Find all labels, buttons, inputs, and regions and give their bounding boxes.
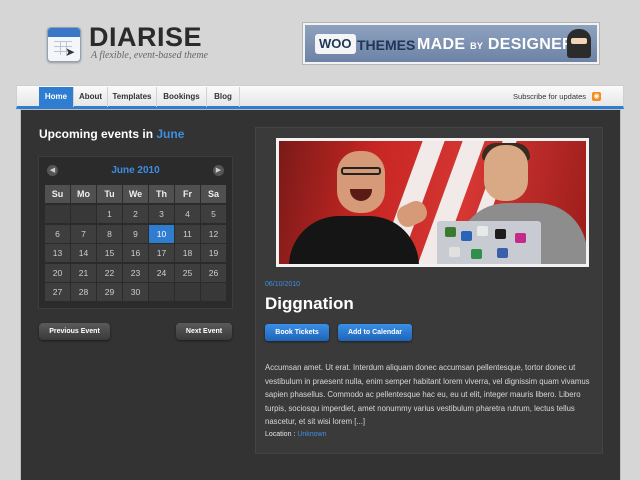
main-content-panel: Upcoming events in June ◀ June 2010 ▶ Su… [21, 110, 620, 480]
calendar-day[interactable]: 7 [71, 224, 96, 243]
calendar-day[interactable]: 25 [175, 263, 200, 282]
nav-item-about[interactable]: About [74, 87, 108, 107]
event-description: Accumsan amet. Ut erat. Interdum aliquam… [265, 363, 590, 427]
calendar-day[interactable]: 19 [201, 244, 226, 262]
calendar-empty-cell [45, 205, 70, 223]
rss-icon[interactable]: ◉ [592, 92, 601, 101]
event-calendar: ◀ June 2010 ▶ Su Mo Tu We Th Fr Sa 1 2 3 4 5 6 7 8 9 10 1… [39, 157, 232, 308]
calendar-day[interactable]: 12 [201, 224, 226, 243]
calendar-day[interactable]: 14 [71, 244, 96, 262]
next-event-button[interactable]: Next Event [176, 323, 232, 340]
chevron-right-icon[interactable]: ▶ [213, 165, 224, 176]
weekday-header: Su [45, 185, 70, 203]
main-navigation: Home About Templates Bookings Blog Subsc… [16, 85, 624, 109]
calendar-day[interactable]: 17 [149, 244, 174, 262]
calendar-day[interactable]: 18 [175, 244, 200, 262]
weekday-header: Mo [71, 185, 96, 203]
calendar-empty-cell [71, 205, 96, 223]
weekday-header: Fr [175, 185, 200, 203]
upcoming-events-label: Upcoming events in [39, 127, 154, 141]
event-location-link[interactable]: Unknown [297, 431, 326, 438]
calendar-day[interactable]: 23 [123, 263, 148, 282]
banner-made-label: MADE [417, 36, 466, 53]
calendar-day[interactable]: 4 [175, 205, 200, 223]
weekday-header: Sa [201, 185, 226, 203]
calendar-day[interactable]: 22 [97, 263, 122, 282]
weekday-header: We [123, 185, 148, 203]
subscribe-link[interactable]: Subscribe for updates [513, 87, 586, 107]
event-location-label: Location : [265, 431, 296, 438]
calendar-day[interactable]: 3 [149, 205, 174, 223]
calendar-day[interactable]: 26 [201, 263, 226, 282]
weekday-header: Th [149, 185, 174, 203]
calendar-day[interactable]: 21 [71, 263, 96, 282]
event-photo [276, 138, 589, 267]
book-tickets-button[interactable]: Book Tickets [265, 324, 329, 341]
nav-item-blog[interactable]: Blog [207, 87, 240, 107]
banner-made-by-designers: MADE BY DESIGNERS [417, 34, 585, 57]
calendar-day[interactable]: 2 [123, 205, 148, 223]
nav-item-home[interactable]: Home [39, 87, 74, 107]
calendar-day[interactable]: 24 [149, 263, 174, 282]
calendar-day[interactable]: 1 [97, 205, 122, 223]
event-date: 06/10/2010 [265, 281, 301, 288]
previous-event-button[interactable]: Previous Event [39, 323, 110, 340]
ninja-mascot-icon [567, 29, 591, 58]
woothemes-banner-ad[interactable]: WOO THEMES MADE BY DESIGNERS [303, 23, 599, 64]
banner-themes-label: THEMES [357, 37, 416, 53]
calendar-logo-icon: ➤ [47, 27, 81, 62]
calendar-day[interactable]: 13 [45, 244, 70, 262]
calendar-day[interactable]: 16 [123, 244, 148, 262]
banner-by-label: BY [470, 41, 484, 51]
calendar-empty-cell [201, 283, 226, 301]
add-to-calendar-button[interactable]: Add to Calendar [338, 324, 412, 341]
site-title[interactable]: DIARISE [89, 22, 202, 53]
calendar-day[interactable]: 9 [123, 224, 148, 243]
nav-item-templates[interactable]: Templates [108, 87, 157, 107]
calendar-day[interactable]: 15 [97, 244, 122, 262]
nav-item-bookings[interactable]: Bookings [157, 87, 207, 107]
event-location: Location : Unknown [265, 431, 327, 438]
calendar-empty-cell [175, 283, 200, 301]
calendar-day[interactable]: 5 [201, 205, 226, 223]
calendar-day[interactable]: 20 [45, 263, 70, 282]
calendar-day[interactable]: 8 [97, 224, 122, 243]
calendar-empty-cell [149, 283, 174, 301]
calendar-day[interactable]: 6 [45, 224, 70, 243]
calendar-day[interactable]: 28 [71, 283, 96, 301]
calendar-day[interactable]: 11 [175, 224, 200, 243]
upcoming-events-heading: Upcoming events in June [39, 127, 184, 141]
event-title[interactable]: Diggnation [265, 294, 354, 314]
upcoming-events-month[interactable]: June [156, 127, 184, 141]
calendar-day[interactable]: 10 [149, 224, 174, 243]
calendar-day[interactable]: 29 [97, 283, 122, 301]
event-card: 06/10/2010 Diggnation Book Tickets Add t… [256, 128, 602, 453]
calendar-day[interactable]: 27 [45, 283, 70, 301]
banner-woo-label: WOO [315, 34, 356, 54]
calendar-month-title: June 2010 [111, 165, 160, 176]
weekday-header: Tu [97, 185, 122, 203]
site-tagline: A flexible, event-based theme [91, 50, 208, 61]
calendar-day[interactable]: 30 [123, 283, 148, 301]
